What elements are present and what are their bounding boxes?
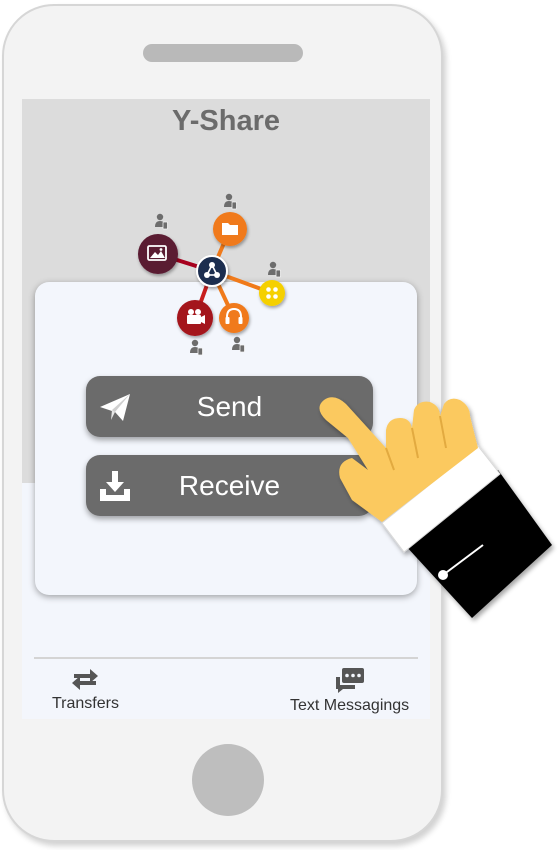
pointing-hand-illustration [319,397,552,618]
